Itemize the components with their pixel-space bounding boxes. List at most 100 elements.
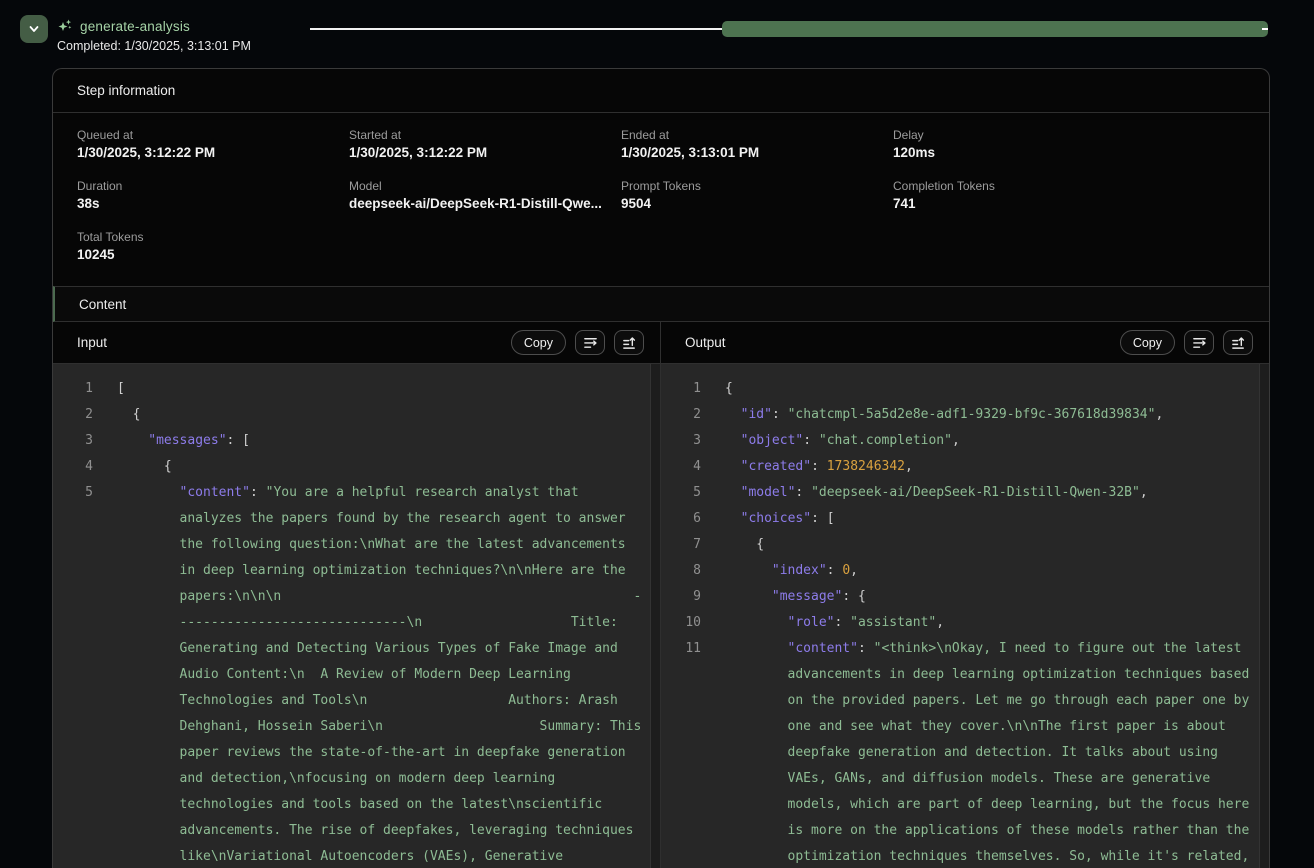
code-line: 4{	[53, 454, 660, 480]
info-field-value: 1/30/2025, 3:12:22 PM	[77, 145, 339, 160]
info-field-label: Completion Tokens	[893, 179, 1165, 193]
code-line-content: [	[117, 376, 660, 402]
line-number: 1	[661, 376, 701, 402]
chevron-down-icon	[27, 22, 41, 36]
line-number: 4	[661, 454, 701, 480]
input-copy-button[interactable]: Copy	[511, 330, 566, 355]
code-line-content: "id": "chatcmpl-5a5d2e8e-adf1-9329-bf9c-…	[725, 402, 1269, 428]
line-number: 11	[661, 636, 701, 662]
code-line: 2 "id": "chatcmpl-5a5d2e8e-adf1-9329-bf9c…	[661, 402, 1269, 428]
input-panel: Input Copy	[53, 322, 661, 868]
code-line-content: "model": "deepseek-ai/DeepSeek-R1-Distil…	[725, 480, 1269, 506]
input-code-body: 1[2{3"messages": [4{5"content": "You are…	[53, 364, 660, 868]
output-code-body: 1 {2 "id": "chatcmpl-5a5d2e8e-adf1-9329-bf…	[661, 364, 1269, 868]
line-number: 6	[661, 506, 701, 532]
code-line-content: {	[117, 454, 660, 480]
info-field-label: Total Tokens	[77, 230, 349, 244]
line-number: 2	[53, 402, 93, 428]
timeline-span-bar[interactable]	[722, 21, 1268, 37]
code-line-content: "content": "You are a helpful research a…	[117, 480, 660, 868]
info-field-value: 9504	[621, 196, 883, 211]
info-field-value: 1/30/2025, 3:12:22 PM	[349, 145, 611, 160]
collapse-step-button[interactable]	[20, 15, 48, 43]
info-field: Duration38s	[77, 179, 349, 211]
info-field-label: Prompt Tokens	[621, 179, 893, 193]
line-number: 3	[661, 428, 701, 454]
scroll-to-top-icon	[622, 335, 637, 350]
code-line: 3 "messages": [	[53, 428, 660, 454]
code-line: 8"index": 0,	[661, 558, 1269, 584]
word-wrap-icon	[1192, 335, 1207, 350]
code-line-content: "messages": [	[117, 428, 660, 454]
info-field: Model deepseek-ai/DeepSeek-R1-Distill-Qwe…	[349, 179, 621, 211]
input-wrap-lines-button[interactable]	[575, 330, 605, 355]
code-line: 6 "choices": [	[661, 506, 1269, 532]
line-number: 3	[53, 428, 93, 454]
content-title: Content	[79, 297, 126, 312]
code-line-content: "role": "assistant",	[725, 610, 1269, 636]
code-line-content: "index": 0,	[725, 558, 1269, 584]
line-number: 2	[661, 402, 701, 428]
info-field-value: 1/30/2025, 3:13:01 PM	[621, 145, 883, 160]
output-code-area[interactable]: 1 {2 "id": "chatcmpl-5a5d2e8e-adf1-9329-bf…	[661, 364, 1269, 868]
info-field: Ended at 1/30/2025, 3:13:01 PM	[621, 128, 893, 160]
output-wrap-lines-button[interactable]	[1184, 330, 1214, 355]
step-information-title: Step information	[77, 83, 175, 98]
line-number: 5	[661, 480, 701, 506]
info-field-value: deepseek-ai/DeepSeek-R1-Distill-Qwe...	[349, 196, 611, 211]
code-line-content: "content": "<think>\nOkay, I need to fig…	[725, 636, 1269, 868]
code-line-content: {	[725, 376, 1269, 402]
code-line-content: {	[117, 402, 660, 428]
scroll-to-top-icon	[1231, 335, 1246, 350]
timeline-end-tick	[1262, 28, 1268, 30]
input-code-area[interactable]: 1[2{3"messages": [4{5"content": "You are…	[53, 364, 660, 868]
info-field: Started at 1/30/2025, 3:12:22 PM	[349, 128, 621, 160]
code-line: 2{	[53, 402, 660, 428]
info-field: Completion Tokens741	[893, 179, 1165, 211]
step-detail-card: Step information Queued at1/30/2025, 3:1…	[52, 68, 1270, 868]
input-panel-header: Input Copy	[53, 322, 660, 364]
output-scroll-to-top-button[interactable]	[1223, 330, 1253, 355]
code-line: 4 "created": 1738246342,	[661, 454, 1269, 480]
info-field-label: Model	[349, 179, 621, 193]
code-line-content: "message": {	[725, 584, 1269, 610]
content-panels: Input Copy	[53, 322, 1269, 868]
code-line: 3 "object": "chat.completion",	[661, 428, 1269, 454]
info-field-label: Queued at	[77, 128, 349, 142]
input-scroll-to-top-button[interactable]	[614, 330, 644, 355]
step-status: Completed: 1/30/2025, 3:13:01 PM	[57, 39, 251, 53]
output-panel-title: Output	[685, 335, 726, 350]
info-field: Delay120ms	[893, 128, 1165, 160]
code-line-content: "created": 1738246342,	[725, 454, 1269, 480]
code-line: 7{	[661, 532, 1269, 558]
code-line: 9"message": {	[661, 584, 1269, 610]
output-copy-button[interactable]: Copy	[1120, 330, 1175, 355]
info-field-label: Started at	[349, 128, 621, 142]
info-field-value: 10245	[77, 247, 339, 262]
info-field: Prompt Tokens 9504	[621, 179, 893, 211]
code-line-content: {	[725, 532, 1269, 558]
code-line: 5 "model": "deepseek-ai/DeepSeek-R1-Disti…	[661, 480, 1269, 506]
trace-step-header: generate-analysis Completed: 1/30/2025, …	[0, 0, 1314, 68]
code-line: 1[	[53, 376, 660, 402]
line-number: 10	[661, 610, 701, 636]
output-panel-header: Output Copy	[661, 322, 1269, 364]
content-header: Content	[53, 286, 1269, 322]
info-field: Total Tokens 10245	[77, 230, 349, 262]
sparkles-icon	[57, 18, 73, 34]
output-scrollbar-gutter[interactable]	[1259, 364, 1269, 868]
line-number: 5	[53, 480, 93, 506]
info-field-label: Duration	[77, 179, 349, 193]
code-line: 5 "content": "You are a helpful research …	[53, 480, 660, 868]
line-number: 4	[53, 454, 93, 480]
info-field: Queued at 1/30/2025, 3:12:22 PM	[77, 128, 349, 160]
line-number: 1	[53, 376, 93, 402]
info-field-label: Ended at	[621, 128, 893, 142]
input-scrollbar-gutter[interactable]	[650, 364, 660, 868]
word-wrap-icon	[583, 335, 598, 350]
code-line: 11 "content": "<think>\nOkay, I need to f…	[661, 636, 1269, 868]
input-panel-title: Input	[77, 335, 107, 350]
output-panel: Output Copy	[661, 322, 1269, 868]
code-line-content: "object": "chat.completion",	[725, 428, 1269, 454]
code-line-content: "choices": [	[725, 506, 1269, 532]
